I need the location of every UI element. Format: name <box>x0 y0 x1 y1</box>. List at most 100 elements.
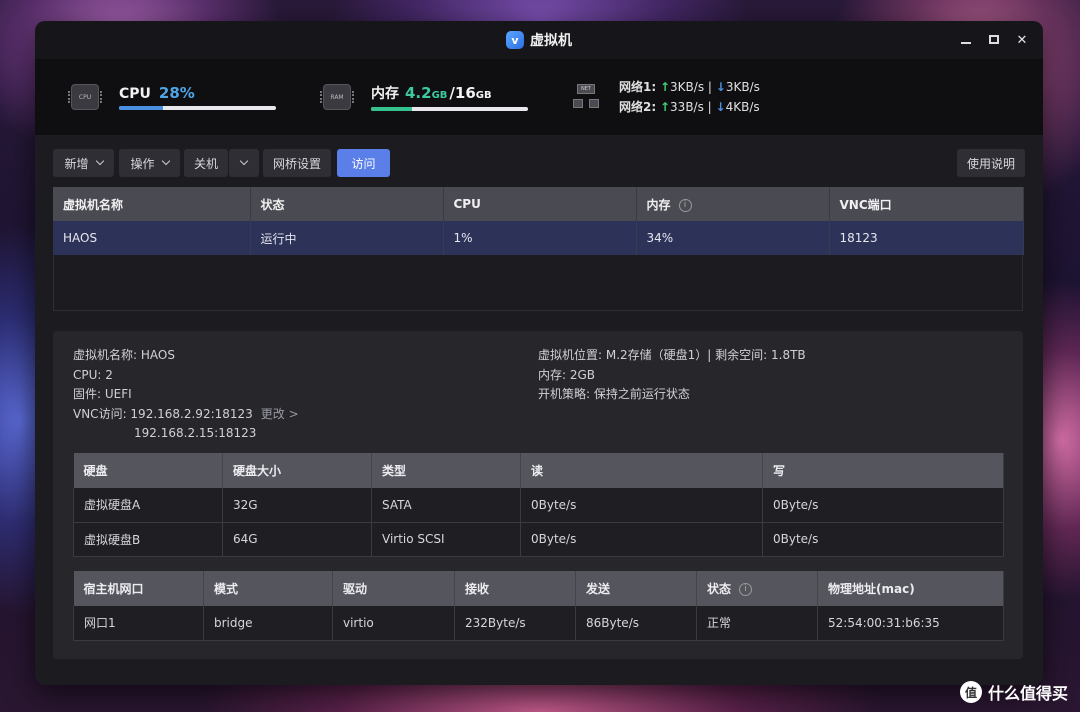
maximize-icon[interactable] <box>987 33 1001 48</box>
port-driver-cell: virtio <box>332 606 455 641</box>
vm-memory-cell: 34% <box>636 221 830 255</box>
memory-used-value: 4.2GB <box>405 84 447 102</box>
disk-name-cell: 虚拟硬盘B <box>73 522 223 557</box>
column-header-status[interactable]: 状态 <box>250 187 444 221</box>
detail-firmware: 固件: UEFI <box>73 387 132 401</box>
arrow-up-icon: ↑ <box>659 80 671 94</box>
network1-separator: | <box>707 80 712 94</box>
detail-left-info: 虚拟机名称: HAOS CPU: 2 固件: UEFI VNC访问: 192.1… <box>73 346 299 444</box>
vm-cpu-cell: 1% <box>443 221 637 255</box>
network-stat: NET 网络1: ↑3KB/s | ↓3KB/s 网络2: ↑33B/s | ↓… <box>573 59 760 135</box>
memory-header-label: 内存 <box>646 197 671 212</box>
chevron-down-icon <box>239 156 249 166</box>
help-button-label: 使用说明 <box>966 156 1015 171</box>
main-content: 新增 操作 关机 网桥设置 访问 使用说明 虚拟机名称 状态 CPU 内存 i … <box>35 135 1043 685</box>
memory-used-number: 4.2 <box>405 84 432 102</box>
table-row: 网口1 bridge virtio 232Byte/s 86Byte/s 正常 … <box>73 606 1004 641</box>
disk-type-cell: SATA <box>371 488 521 523</box>
column-header-send: 发送 <box>575 571 697 606</box>
arrow-up-icon: ↑ <box>659 100 671 114</box>
cpu-usage-value: 28% <box>158 84 195 102</box>
network2-upload: 33B/s <box>670 100 704 114</box>
network-icon: NET <box>573 84 599 110</box>
column-header-cpu[interactable]: CPU <box>443 187 637 221</box>
cpu-stat: CPU CPU 28% <box>68 59 276 135</box>
detail-right-info: 虚拟机位置: M.2存储（硬盘1）| 剩余空间: 1.8TB 内存: 2GB 开… <box>538 346 806 405</box>
port-receive-cell: 232Byte/s <box>454 606 576 641</box>
cpu-usage-fill <box>119 106 163 110</box>
memory-stat: RAM 内存 4.2GB /16GB <box>320 59 528 135</box>
disk-type-cell: Virtio SCSI <box>371 522 521 557</box>
column-header-vnc-port[interactable]: VNC端口 <box>829 187 1024 221</box>
vm-app-icon: v <box>506 31 524 49</box>
column-header-mode: 模式 <box>203 571 333 606</box>
bridge-settings-label: 网桥设置 <box>272 156 321 171</box>
disk-read-cell: 0Byte/s <box>520 522 763 557</box>
vm-list-table: 虚拟机名称 状态 CPU 内存 i VNC端口 HAOS 运行中 1% 34% 1… <box>53 187 1024 255</box>
toolbar: 新增 操作 关机 网桥设置 访问 使用说明 <box>53 149 1025 177</box>
cpu-label: CPU <box>119 86 151 102</box>
arrow-down-icon: ↓ <box>715 80 726 94</box>
title-bar: v 虚拟机 ✕ <box>35 21 1043 59</box>
info-icon[interactable]: i <box>678 198 692 212</box>
bridge-settings-button[interactable]: 网桥设置 <box>263 149 331 177</box>
network-table-header: 宿主机网口 模式 驱动 接收 发送 状态 i 物理地址(mac) <box>73 571 1004 606</box>
watermark-logo-icon: 值 <box>959 681 982 703</box>
watermark: 值 什么值得买 <box>959 680 1068 704</box>
disk-name-cell: 虚拟硬盘A <box>73 488 223 523</box>
port-status-cell: 正常 <box>696 606 818 641</box>
table-row[interactable]: HAOS 运行中 1% 34% 18123 <box>53 221 1024 255</box>
memory-total-number: 16 <box>454 84 476 102</box>
shutdown-dropdown-toggle[interactable] <box>229 149 259 177</box>
column-header-disk-size: 硬盘大小 <box>222 453 372 488</box>
column-header-driver: 驱动 <box>332 571 455 606</box>
new-button-label: 新增 <box>64 156 89 171</box>
shutdown-button[interactable]: 关机 <box>184 149 228 177</box>
detail-memory: 内存: 2GB <box>538 367 596 382</box>
column-header-disk: 硬盘 <box>73 453 223 488</box>
help-button[interactable]: 使用说明 <box>957 149 1025 177</box>
port-mac-cell: 52:54:00:31:b6:35 <box>817 606 1004 641</box>
status-header-label: 状态 <box>707 582 732 596</box>
detail-vnc: VNC访问: 192.168.2.92:18123 更改 > <box>73 405 299 425</box>
memory-total-value: /16GB <box>449 84 491 102</box>
network-icon-label: NET <box>577 84 595 94</box>
minimize-icon[interactable] <box>959 33 973 48</box>
column-header-status: 状态 i <box>696 571 818 606</box>
detail-cpu: CPU: 2 <box>73 367 113 382</box>
disk-size-cell: 64G <box>222 522 372 557</box>
arrow-down-icon: ↓ <box>715 100 726 114</box>
info-icon[interactable]: i <box>739 583 753 596</box>
vm-status-cell: 运行中 <box>250 221 444 255</box>
vm-name-cell: HAOS <box>53 221 251 255</box>
column-header-mac: 物理地址(mac) <box>817 571 1004 606</box>
operations-dropdown-button[interactable]: 操作 <box>119 149 180 177</box>
visit-button-label: 访问 <box>351 156 376 171</box>
detail-vnc-second: 192.168.2.15:18123 <box>134 426 257 440</box>
disk-table: 硬盘 硬盘大小 类型 读 写 虚拟硬盘A 32G SATA 0Byte/s 0B… <box>73 453 1004 557</box>
resource-stats-bar: CPU CPU 28% RAM 内存 4.2GB /16GB NET 网络1: … <box>35 59 1043 135</box>
memory-total-unit: GB <box>475 90 492 101</box>
change-vnc-link[interactable]: 更改 > <box>261 407 299 421</box>
network1-label: 网络1: <box>619 80 657 94</box>
detail-vnc-address: VNC访问: 192.168.2.92:18123 <box>73 406 253 421</box>
detail-vm-name: 虚拟机名称: HAOS <box>73 348 175 362</box>
close-icon[interactable]: ✕ <box>1015 33 1029 48</box>
disk-size-cell: 32G <box>222 488 372 523</box>
vm-table-header: 虚拟机名称 状态 CPU 内存 i VNC端口 <box>53 187 1024 221</box>
disk-write-cell: 0Byte/s <box>762 488 1004 523</box>
port-mode-cell: bridge <box>203 606 333 641</box>
operations-button-label: 操作 <box>130 156 155 171</box>
table-row: 虚拟硬盘B 64G Virtio SCSI 0Byte/s 0Byte/s <box>73 522 1004 557</box>
visit-button[interactable]: 访问 <box>337 149 390 177</box>
cpu-chip-icon: CPU <box>68 84 102 110</box>
cpu-usage-bar <box>119 106 276 110</box>
column-header-name[interactable]: 虚拟机名称 <box>53 187 251 221</box>
network2-download: 4KB/s <box>725 100 760 114</box>
disk-write-cell: 0Byte/s <box>762 522 1004 557</box>
column-header-memory[interactable]: 内存 i <box>636 187 830 221</box>
memory-usage-fill <box>371 107 413 111</box>
column-header-receive: 接收 <box>454 571 576 606</box>
shutdown-button-label: 关机 <box>193 156 218 171</box>
new-dropdown-button[interactable]: 新增 <box>53 149 114 177</box>
